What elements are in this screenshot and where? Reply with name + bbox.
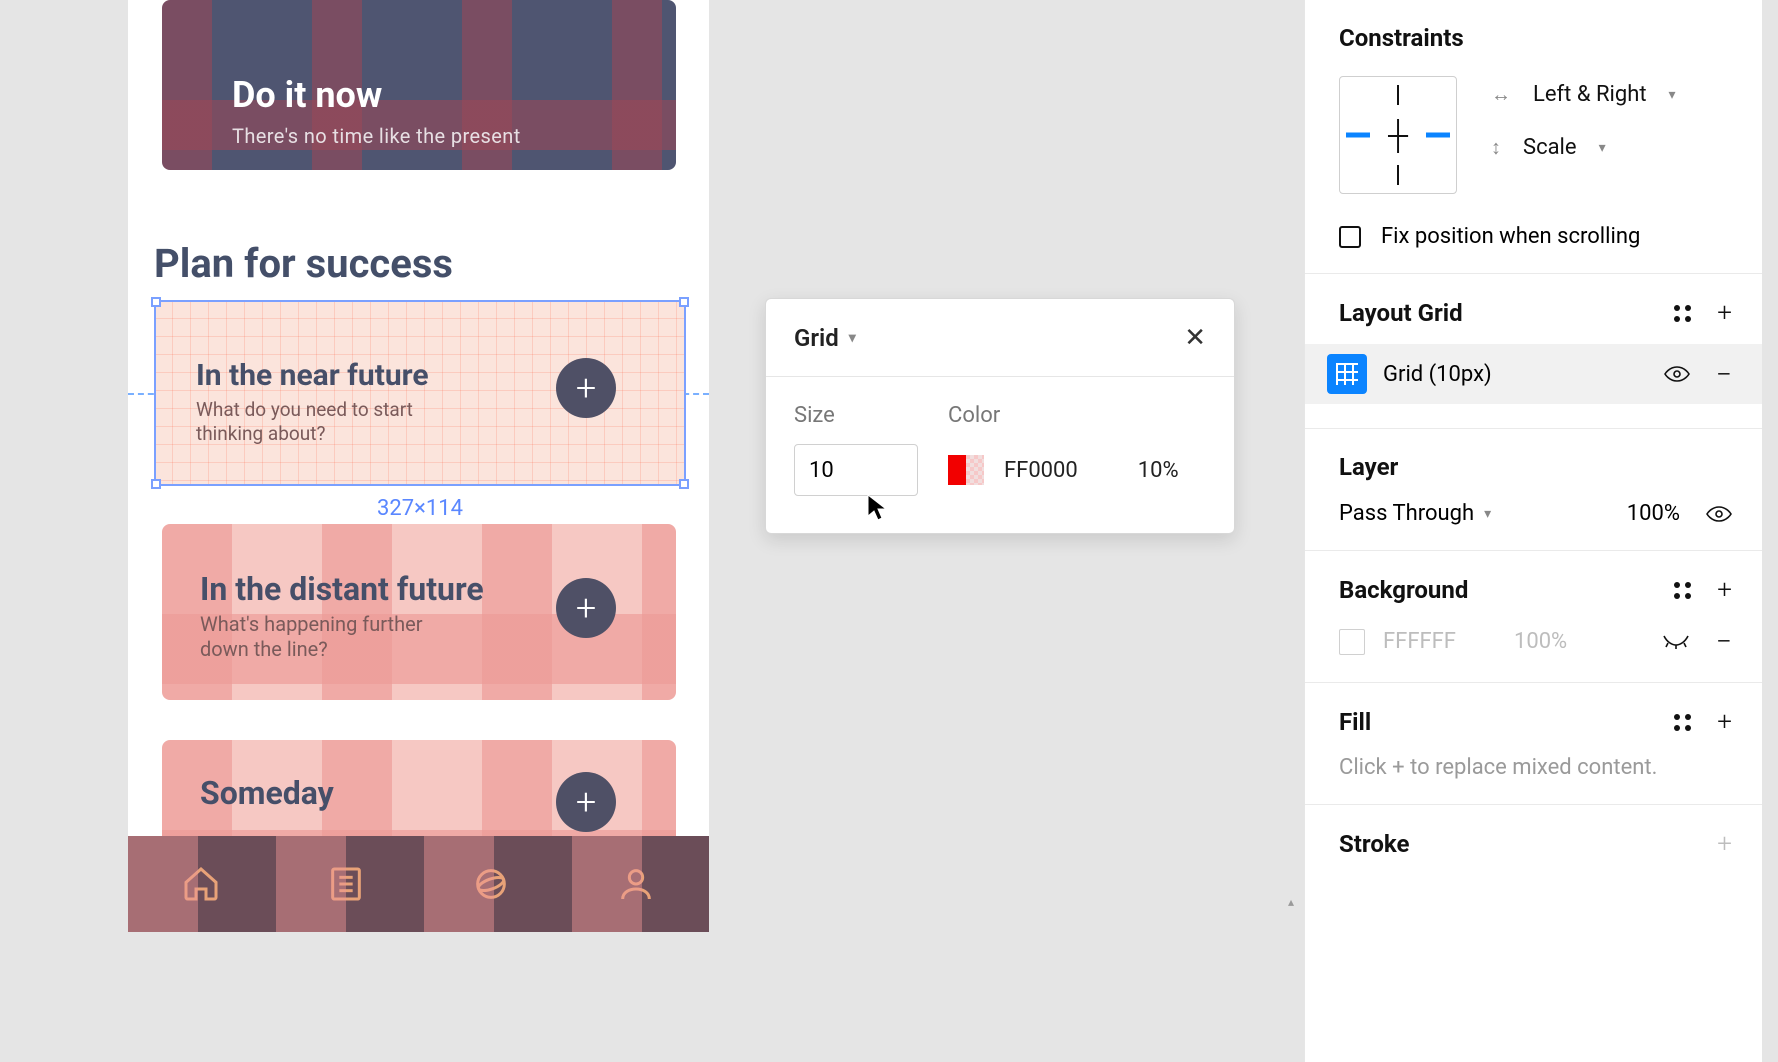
hero-subtitle: There's no time like the present: [232, 124, 521, 148]
constraint-vertical-select[interactable]: ↕ Scale ▾: [1491, 135, 1676, 160]
card-subtitle: What do you need to start thinking about…: [196, 398, 446, 446]
close-button[interactable]: ✕: [1184, 323, 1206, 353]
home-icon[interactable]: [181, 864, 221, 904]
color-hex-input[interactable]: FF0000: [1004, 458, 1078, 483]
background-swatch[interactable]: [1339, 629, 1365, 655]
blend-mode-select[interactable]: Pass Through ▾: [1339, 501, 1491, 526]
card-title: In the near future: [196, 358, 429, 393]
styles-button[interactable]: [1674, 582, 1691, 599]
size-value: 10: [809, 458, 834, 483]
layer-heading: Layer: [1339, 453, 1732, 481]
globe-icon[interactable]: [471, 864, 511, 904]
chevron-down-icon: ▾: [1484, 506, 1491, 522]
size-input[interactable]: 10: [794, 444, 918, 496]
popover-title-text: Grid: [794, 324, 839, 352]
hero-card: Do it now There's no time like the prese…: [162, 0, 676, 170]
card-near-future[interactable]: In the near future What do you need to s…: [154, 300, 686, 486]
stroke-section: Stroke +: [1305, 805, 1762, 883]
layer-opacity-input[interactable]: 100%: [1627, 501, 1680, 526]
selection-dimensions: 327×114: [154, 496, 686, 521]
fill-section: Fill + Click + to replace mixed content.: [1305, 683, 1762, 805]
bottom-nav: [128, 836, 709, 932]
chevron-down-icon: ▾: [1669, 87, 1676, 103]
user-icon[interactable]: [616, 864, 656, 904]
add-grid-button[interactable]: +: [1717, 298, 1732, 328]
background-hex[interactable]: FFFFFF: [1383, 629, 1456, 654]
styles-button[interactable]: [1674, 714, 1691, 731]
grid-type-select[interactable]: Grid ▾: [794, 324, 856, 352]
canvas-frame[interactable]: Do it now There's no time like the prese…: [128, 0, 709, 932]
styles-button[interactable]: [1674, 305, 1691, 322]
background-section: Background + FFFFFF 100% −: [1305, 551, 1762, 683]
card-title: Someday: [200, 774, 334, 812]
grid-item-label: Grid (10px): [1383, 362, 1492, 387]
constraints-section: Constraints ┼ ↔ Left & Right ▾ ↕ Scale ▾: [1305, 0, 1762, 274]
background-heading: Background: [1339, 576, 1468, 604]
color-swatch[interactable]: [948, 455, 984, 485]
constraint-left-indicator: [1346, 133, 1370, 138]
card-subtitle: What's happening further down the line?: [200, 612, 460, 662]
remove-background-button[interactable]: −: [1716, 625, 1732, 658]
checkbox-icon: [1339, 226, 1361, 248]
chevron-down-icon: ▾: [849, 330, 856, 346]
grid-item-row[interactable]: Grid (10px) −: [1305, 344, 1762, 404]
constraint-center-icon: ┼: [1388, 119, 1408, 152]
scroll-caret-icon: ▴: [1288, 895, 1306, 907]
vertical-arrows-icon: ↕: [1491, 135, 1501, 160]
add-stroke-button[interactable]: +: [1717, 829, 1732, 859]
blend-mode-value: Pass Through: [1339, 501, 1474, 526]
fill-placeholder-text: Click + to replace mixed content.: [1339, 755, 1732, 780]
horizontal-arrows-icon: ↔: [1491, 82, 1511, 107]
card-title: In the distant future: [200, 570, 484, 608]
inspector-panel: Constraints ┼ ↔ Left & Right ▾ ↕ Scale ▾: [1304, 0, 1762, 1062]
layout-grid-heading: Layout Grid: [1339, 299, 1463, 327]
popover-body: Size 10 Color FF0000 10%: [766, 377, 1234, 524]
popover-header: Grid ▾ ✕: [766, 299, 1234, 377]
add-fill-button[interactable]: +: [1717, 707, 1732, 737]
fill-heading: Fill: [1339, 708, 1371, 736]
hero-title: Do it now: [232, 74, 382, 116]
constraints-heading: Constraints: [1339, 24, 1732, 52]
list-icon[interactable]: [326, 864, 366, 904]
color-opacity-input[interactable]: 10%: [1138, 458, 1179, 483]
constraint-visualizer[interactable]: ┼: [1339, 76, 1457, 194]
constraint-vertical-value: Scale: [1523, 135, 1577, 160]
layout-grid-section: Layout Grid + Grid (10px) −: [1305, 274, 1762, 429]
add-button[interactable]: +: [556, 358, 616, 418]
add-background-button[interactable]: +: [1717, 575, 1732, 605]
fix-position-checkbox[interactable]: Fix position when scrolling: [1339, 224, 1732, 249]
add-button[interactable]: +: [556, 772, 616, 832]
grid-settings-popover: Grid ▾ ✕ Size 10 Color FF0000 10%: [765, 298, 1235, 534]
constraint-horizontal-select[interactable]: ↔ Left & Right ▾: [1491, 82, 1676, 107]
chevron-down-icon: ▾: [1599, 140, 1606, 156]
stroke-heading: Stroke: [1339, 830, 1409, 858]
constraint-tick-bottom: [1397, 165, 1399, 185]
background-opacity[interactable]: 100%: [1514, 629, 1567, 654]
grid-icon[interactable]: [1327, 354, 1367, 394]
add-button[interactable]: +: [556, 578, 616, 638]
plus-icon: +: [576, 781, 596, 823]
constraint-tick-top: [1397, 85, 1399, 105]
section-heading: Plan for success: [154, 240, 453, 287]
visibility-toggle[interactable]: [1664, 365, 1690, 383]
visibility-hidden-icon[interactable]: [1662, 634, 1690, 650]
card-distant-future[interactable]: In the distant future What's happening f…: [162, 524, 676, 700]
fix-position-label: Fix position when scrolling: [1381, 224, 1640, 249]
plus-icon: +: [576, 587, 596, 629]
constraint-right-indicator: [1426, 133, 1450, 138]
close-icon: ✕: [1184, 323, 1206, 353]
visibility-toggle[interactable]: [1706, 505, 1732, 523]
constraint-horizontal-value: Left & Right: [1533, 82, 1647, 107]
color-label: Color: [948, 403, 1179, 428]
plus-icon: +: [576, 367, 596, 409]
size-label: Size: [794, 403, 918, 428]
layer-section: Layer Pass Through ▾ 100%: [1305, 429, 1762, 551]
remove-grid-button[interactable]: −: [1716, 358, 1732, 391]
